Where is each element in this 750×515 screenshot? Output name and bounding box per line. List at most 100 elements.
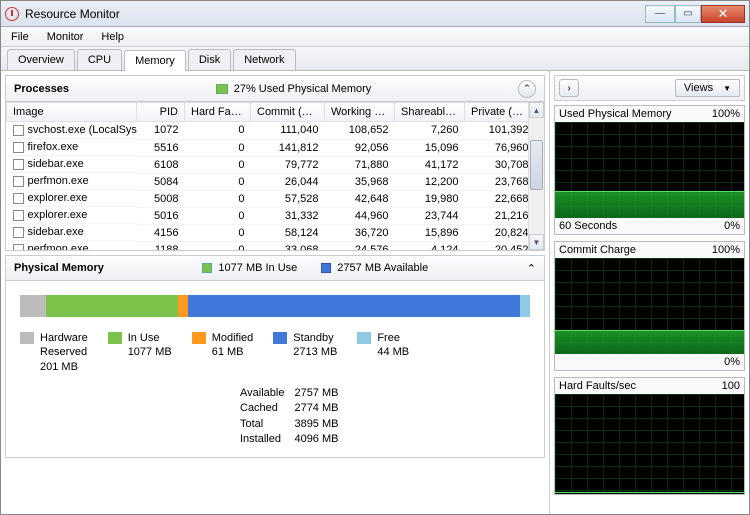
cell-pid: 1072	[137, 122, 185, 140]
chart2-max: 100%	[712, 244, 740, 256]
cell-private: 20,824	[465, 224, 535, 241]
row-checkbox[interactable]	[13, 227, 24, 238]
menu-monitor[interactable]: Monitor	[43, 29, 88, 45]
stat-available-value: 2757 MB	[294, 386, 338, 401]
tabbar: Overview CPU Memory Disk Network	[1, 47, 749, 71]
cell-commit: 31,332	[251, 207, 325, 224]
cell-hardfaults: 0	[185, 173, 251, 190]
stat-installed-value: 4096 MB	[294, 432, 338, 447]
cell-private: 22,668	[465, 190, 535, 207]
cell-shareable: 19,980	[395, 190, 465, 207]
chart2-title: Commit Charge	[559, 244, 636, 256]
scroll-thumb[interactable]	[530, 140, 543, 190]
titlebar[interactable]: Resource Monitor — ▭ ✕	[1, 1, 749, 27]
legend-free-value: 44 MB	[377, 345, 409, 359]
table-row[interactable]: explorer.exe5016031,33244,96023,74421,21…	[7, 207, 545, 224]
row-checkbox[interactable]	[13, 193, 24, 204]
stat-available-label: Available	[240, 386, 284, 401]
cell-image: perfmon.exe	[28, 243, 89, 250]
chart3-max: 100	[722, 380, 740, 392]
cell-pid: 4156	[137, 224, 185, 241]
col-pid[interactable]: PID	[137, 103, 185, 122]
views-button[interactable]: Views ▼	[675, 79, 740, 97]
tab-network[interactable]: Network	[233, 49, 295, 70]
cell-pid: 5008	[137, 190, 185, 207]
cell-private: 30,708	[465, 156, 535, 173]
cell-workingset: 71,880	[325, 156, 395, 173]
row-checkbox[interactable]	[13, 176, 24, 187]
legend-hardware-swatch	[20, 332, 34, 344]
membar-hardware	[20, 295, 46, 317]
chart1-foot-left: 60 Seconds	[559, 220, 617, 232]
col-shareable[interactable]: Shareable ...	[395, 103, 465, 122]
col-image[interactable]: Image	[7, 103, 137, 122]
row-checkbox[interactable]	[13, 210, 24, 221]
memory-bar	[20, 295, 530, 317]
scroll-down-icon[interactable]: ▼	[529, 234, 544, 250]
table-row[interactable]: perfmon.exe5084026,04435,96812,20023,768	[7, 173, 545, 190]
menu-help[interactable]: Help	[97, 29, 128, 45]
cell-commit: 111,040	[251, 122, 325, 140]
cell-shareable: 12,200	[395, 173, 465, 190]
physical-memory-header[interactable]: Physical Memory 1077 MB In Use 2757 MB A…	[5, 255, 545, 281]
table-scrollbar[interactable]: ▲ ▼	[528, 102, 544, 250]
legend-hardware-label: HardwareReserved	[40, 331, 88, 360]
close-button[interactable]: ✕	[701, 5, 745, 23]
collapse-button[interactable]: ⌃	[527, 262, 536, 275]
tab-disk[interactable]: Disk	[188, 49, 231, 70]
minimize-button[interactable]: —	[645, 5, 675, 23]
table-row[interactable]: sidebar.exe4156058,12436,72015,89620,824	[7, 224, 545, 241]
processes-header[interactable]: Processes 27% Used Physical Memory ⌃	[6, 76, 544, 102]
chart-commit-charge: Commit Charge100% 0%	[554, 241, 745, 371]
stat-total-value: 3895 MB	[294, 417, 338, 432]
scroll-up-icon[interactable]: ▲	[529, 102, 544, 118]
legend-free-swatch	[357, 332, 371, 344]
table-row[interactable]: svchost.exe (LocalSyste...10720111,04010…	[7, 122, 545, 140]
tab-overview[interactable]: Overview	[7, 49, 75, 70]
table-row[interactable]: perfmon.exe1188033,06824,5764,12420,452	[7, 241, 545, 250]
row-checkbox[interactable]	[13, 142, 24, 153]
chart-used-memory: Used Physical Memory100% 60 Seconds0%	[554, 105, 745, 235]
cell-pid: 5084	[137, 173, 185, 190]
row-checkbox[interactable]	[13, 125, 24, 136]
cell-workingset: 36,720	[325, 224, 395, 241]
window: Resource Monitor — ▭ ✕ File Monitor Help…	[0, 0, 750, 515]
menu-file[interactable]: File	[7, 29, 33, 45]
tab-cpu[interactable]: CPU	[77, 49, 122, 70]
table-row[interactable]: firefox.exe55160141,81292,05615,09676,96…	[7, 139, 545, 156]
maximize-button[interactable]: ▭	[675, 5, 701, 23]
cell-commit: 141,812	[251, 139, 325, 156]
legend-modified-swatch	[192, 332, 206, 344]
col-workingset[interactable]: Working S...	[325, 103, 395, 122]
cell-hardfaults: 0	[185, 224, 251, 241]
cell-workingset: 24,576	[325, 241, 395, 250]
in-use-stat: 1077 MB In Use	[218, 262, 297, 274]
charts-collapse-button[interactable]: ›	[559, 79, 579, 97]
tab-memory[interactable]: Memory	[124, 50, 186, 71]
row-checkbox[interactable]	[13, 244, 24, 251]
cell-private: 76,960	[465, 139, 535, 156]
cell-shareable: 15,096	[395, 139, 465, 156]
cell-workingset: 44,960	[325, 207, 395, 224]
cell-private: 23,768	[465, 173, 535, 190]
col-commit[interactable]: Commit (KB)	[251, 103, 325, 122]
col-hardfaults[interactable]: Hard Faul...	[185, 103, 251, 122]
cell-private: 20,452	[465, 241, 535, 250]
row-checkbox[interactable]	[13, 159, 24, 170]
membar-standby	[188, 295, 520, 317]
cell-commit: 33,068	[251, 241, 325, 250]
cell-private: 101,392	[465, 122, 535, 140]
available-swatch-icon	[321, 263, 331, 273]
processes-stat: 27% Used Physical Memory	[234, 83, 372, 95]
views-label: Views	[684, 82, 713, 94]
table-row[interactable]: explorer.exe5008057,52842,64819,98022,66…	[7, 190, 545, 207]
table-header-row[interactable]: Image PID Hard Faul... Commit (KB) Worki…	[7, 103, 545, 122]
cell-pid: 5516	[137, 139, 185, 156]
cell-hardfaults: 0	[185, 190, 251, 207]
membar-in-use	[46, 295, 179, 317]
collapse-button[interactable]: ⌃	[518, 80, 536, 98]
cell-workingset: 35,968	[325, 173, 395, 190]
cell-image: perfmon.exe	[28, 175, 89, 187]
col-private[interactable]: Private (KB)	[465, 103, 535, 122]
table-row[interactable]: sidebar.exe6108079,77271,88041,17230,708	[7, 156, 545, 173]
